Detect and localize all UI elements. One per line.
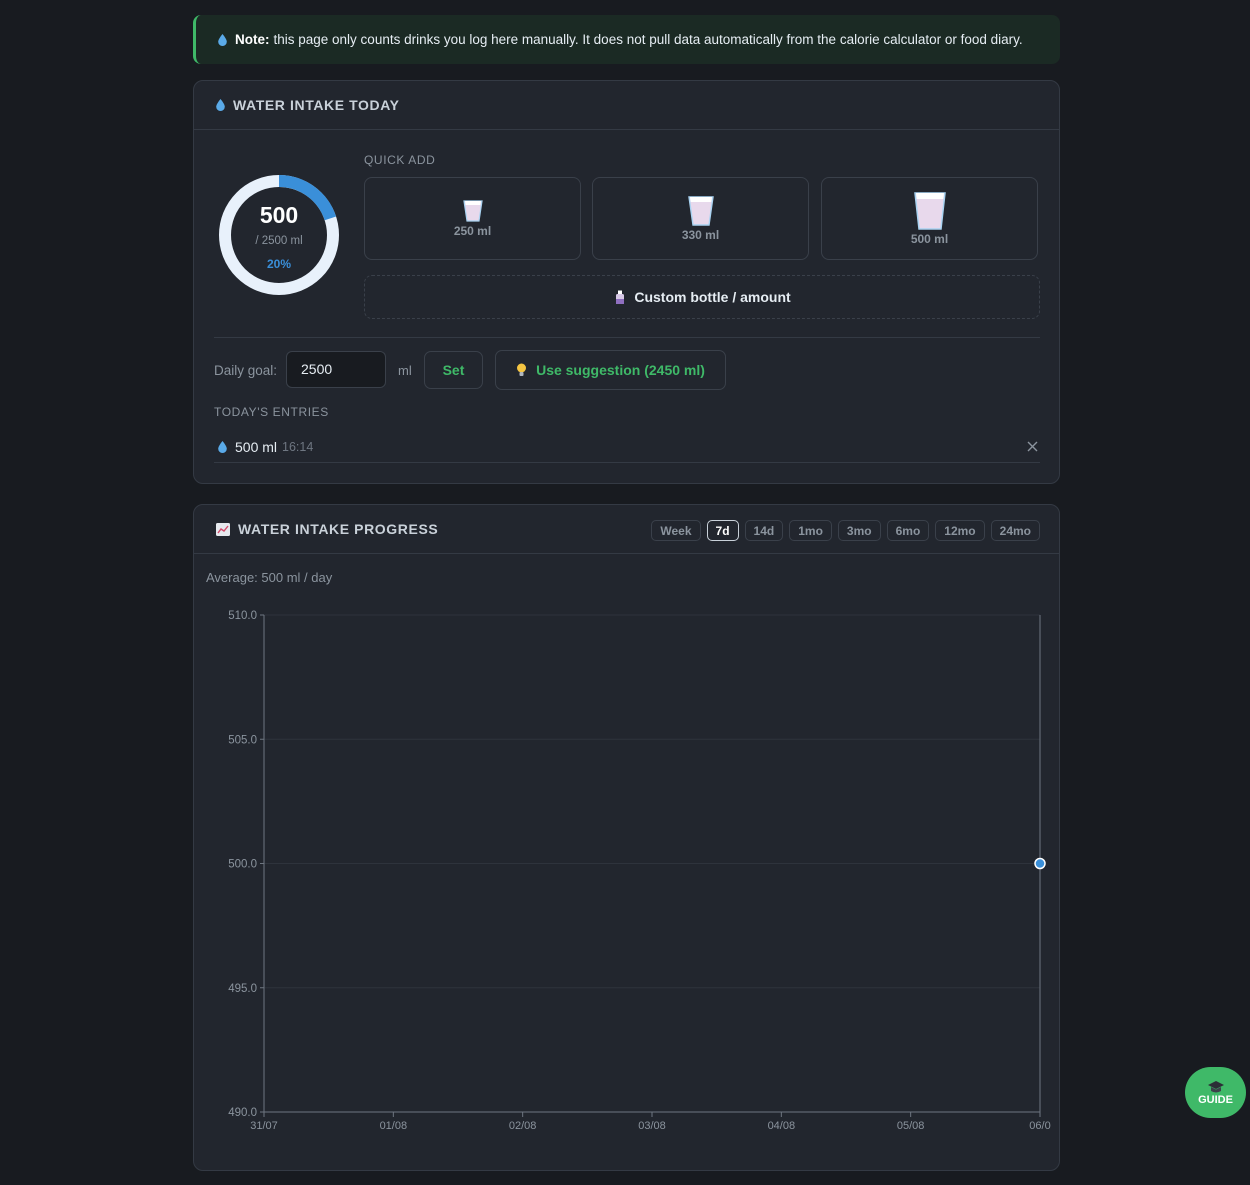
y-tick-label: 505.0 xyxy=(228,734,257,746)
water-drop-icon xyxy=(218,440,227,453)
card-header: WATER INTAKE TODAY xyxy=(194,81,1059,130)
range-14d-button[interactable]: 14d xyxy=(744,520,784,541)
quick-add-250-button[interactable]: 250 ml xyxy=(364,177,581,260)
average-text: Average: 500 ml / day xyxy=(206,570,333,585)
delete-entry-button[interactable] xyxy=(1027,438,1038,455)
x-tick-label: 06/0 xyxy=(1029,1120,1050,1132)
glass-medium-icon xyxy=(687,195,714,226)
note-text: this page only counts drinks you log her… xyxy=(273,32,1023,47)
lightbulb-icon xyxy=(517,363,527,376)
custom-amount-button[interactable]: Custom bottle / amount xyxy=(364,275,1040,319)
water-progress-card: WATER INTAKE PROGRESS Week 7d 14d 1mo 3m… xyxy=(193,504,1060,1171)
x-tick-label: 01/08 xyxy=(380,1120,408,1132)
water-drop-icon xyxy=(216,99,225,111)
use-suggestion-label: Use suggestion (2450 ml) xyxy=(536,362,705,378)
todays-entries-label: TODAY'S ENTRIES xyxy=(214,405,329,419)
custom-amount-label: Custom bottle / amount xyxy=(634,289,791,305)
glass-small-icon xyxy=(462,199,483,222)
range-7d-button[interactable]: 7d xyxy=(706,520,739,541)
divider xyxy=(214,337,1040,338)
progress-chart: 510.0 505.0 500.0 495.0 490.031/07 01/08 02/08… xyxy=(228,610,1050,1132)
goal-unit-label: ml xyxy=(398,363,412,378)
quick-add-label-text: 250 ml xyxy=(453,223,492,238)
bottle-icon xyxy=(616,290,625,304)
quick-add-label-text: 330 ml xyxy=(681,227,720,242)
entry-amount: 500 ml xyxy=(235,438,278,455)
set-goal-button[interactable]: Set xyxy=(424,351,483,389)
range-3mo-button[interactable]: 3mo xyxy=(837,520,881,541)
entry-time: 16:14 xyxy=(282,439,314,454)
x-tick-label: 05/08 xyxy=(897,1120,925,1132)
daily-goal-input[interactable]: 2500 xyxy=(286,351,386,388)
quick-add-500-button[interactable]: 500 ml xyxy=(821,177,1038,260)
x-tick-label: 04/08 xyxy=(768,1120,796,1132)
water-intake-card: WATER INTAKE TODAY 500 / 2500 ml 20% QUI… xyxy=(193,80,1060,484)
quick-add-label: QUICK ADD xyxy=(364,153,436,167)
close-icon xyxy=(1027,441,1038,452)
quick-add-label-text: 500 ml xyxy=(910,231,949,246)
quick-add-330-button[interactable]: 330 ml xyxy=(592,177,809,260)
card-title: WATER INTAKE TODAY xyxy=(233,97,400,113)
y-tick-label: 510.0 xyxy=(228,610,257,622)
note-bold-label: Note: xyxy=(235,32,270,47)
chart-icon xyxy=(216,522,230,536)
x-tick-label: 02/08 xyxy=(509,1120,537,1132)
intake-progress-ring: 500 / 2500 ml 20% xyxy=(218,174,340,296)
daily-goal-label: Daily goal: xyxy=(214,363,278,378)
intake-current: 500 xyxy=(259,202,299,228)
range-1mo-button[interactable]: 1mo xyxy=(789,520,832,541)
range-12mo-button[interactable]: 12mo xyxy=(935,520,985,541)
data-point xyxy=(1034,857,1046,870)
graduation-cap-icon xyxy=(1207,1080,1224,1092)
intake-goal-text: / 2500 ml xyxy=(255,235,303,247)
use-suggestion-button[interactable]: Use suggestion (2450 ml) xyxy=(495,350,726,390)
y-tick-label: 495.0 xyxy=(228,983,257,995)
range-selector: Week 7d 14d 1mo 3mo 6mo 12mo 24mo xyxy=(651,520,1040,541)
card-title: WATER INTAKE PROGRESS xyxy=(238,521,439,537)
x-tick-label: 03/08 xyxy=(638,1120,666,1132)
y-tick-label: 490.0 xyxy=(228,1107,257,1119)
range-week-button[interactable]: Week xyxy=(651,520,701,541)
glass-large-icon xyxy=(913,191,946,230)
guide-label: GUIDE xyxy=(1198,1093,1233,1106)
guide-button[interactable]: GUIDE xyxy=(1185,1067,1246,1118)
y-tick-label: 500.0 xyxy=(228,859,257,871)
range-6mo-button[interactable]: 6mo xyxy=(886,520,930,541)
x-tick-label: 31/07 xyxy=(250,1120,278,1132)
entry-row: 500 ml 16:14 xyxy=(214,431,1040,463)
water-drop-icon xyxy=(218,33,227,46)
info-note: Note: this page only counts drinks you l… xyxy=(193,15,1060,64)
range-24mo-button[interactable]: 24mo xyxy=(990,520,1040,541)
intake-percent: 20% xyxy=(266,257,292,271)
